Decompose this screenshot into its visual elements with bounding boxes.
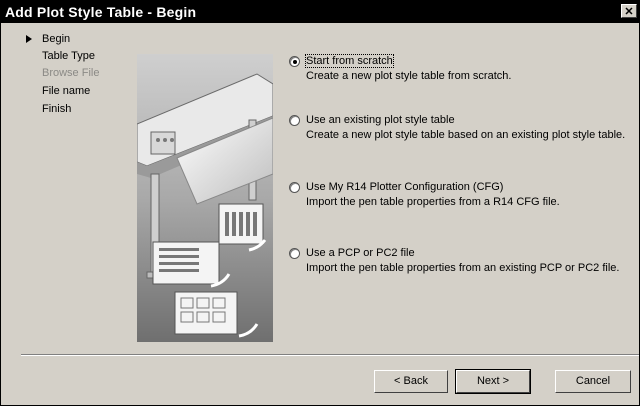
window-title: Add Plot Style Table - Begin <box>5 4 197 20</box>
plotter-illustration <box>137 54 273 342</box>
back-button-label: < Back <box>394 375 428 387</box>
step-finish: Finish <box>42 103 72 115</box>
next-button-label: Next > <box>476 375 510 387</box>
radio-use-r14-cfg[interactable] <box>289 182 300 193</box>
option-description: Import the pen table properties from an … <box>306 262 620 274</box>
option-label[interactable]: Use an existing plot style table <box>306 114 455 126</box>
radio-start-from-scratch[interactable] <box>289 56 300 67</box>
next-button[interactable]: Next > <box>455 369 531 394</box>
step-file-name: File name <box>42 85 91 97</box>
option-description: Create a new plot style table from scrat… <box>306 70 512 82</box>
dialog-window: Add Plot Style Table - Begin ✕ Begin Tab… <box>0 0 640 406</box>
option-description: Create a new plot style table based on a… <box>306 129 626 141</box>
cancel-button-label: Cancel <box>575 375 611 387</box>
back-button[interactable]: < Back <box>374 370 448 393</box>
cancel-button[interactable]: Cancel <box>555 370 631 393</box>
radio-use-existing-table[interactable] <box>289 115 300 126</box>
radio-use-pcp-pc2[interactable] <box>289 248 300 259</box>
title-bar[interactable]: Add Plot Style Table - Begin ✕ <box>1 1 639 23</box>
option-label[interactable]: Start from scratch <box>305 54 394 68</box>
close-icon: ✕ <box>624 6 634 18</box>
plotter-illustration-art <box>137 54 273 342</box>
close-button[interactable]: ✕ <box>621 4 637 18</box>
option-label[interactable]: Use a PCP or PC2 file <box>306 247 415 259</box>
step-begin: Begin <box>42 33 71 45</box>
current-step-arrow-icon <box>26 35 32 43</box>
step-browse-file: Browse File <box>42 67 100 79</box>
step-table-type: Table Type <box>42 50 96 62</box>
separator <box>21 354 639 356</box>
option-description: Import the pen table properties from a R… <box>306 196 560 208</box>
option-label[interactable]: Use My R14 Plotter Configuration (CFG) <box>306 181 503 193</box>
